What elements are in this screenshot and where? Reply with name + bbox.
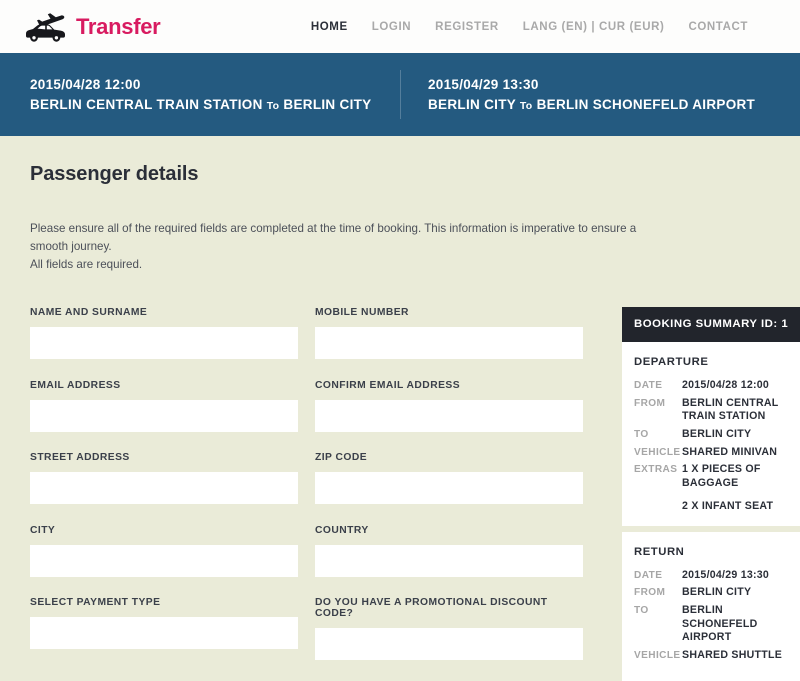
zip-code-input[interactable] [315, 472, 583, 505]
trip-leg-outbound: 2015/04/28 12:00 BERLIN CENTRAL TRAIN ST… [0, 76, 400, 112]
airplane-car-icon [26, 12, 65, 42]
summary-key-date: DATE [634, 379, 663, 391]
email-address-input[interactable] [30, 399, 298, 432]
nav-link-contact[interactable]: CONTACT [688, 21, 748, 33]
passenger-details-form: NAME AND SURNAME MOBILE NUMBER EMAIL ADD… [30, 307, 600, 681]
summary-value-from: BERLIN CENTRAL TRAIN STATION [682, 396, 779, 423]
label-city: CITY [30, 524, 56, 536]
street-address-input[interactable] [30, 472, 298, 505]
nav-link-home[interactable]: HOME [311, 21, 348, 33]
summary-value-extras: 1 X PIECES OF BAGGAGE [682, 463, 761, 489]
trip-banner: 2015/04/28 12:00 BERLIN CENTRAL TRAIN ST… [0, 53, 800, 136]
booking-summary: BOOKING SUMMARY ID: 1 DEPARTURE DATE 201… [622, 307, 800, 681]
label-confirm-email-address: CONFIRM EMAIL ADDRESS [315, 379, 461, 391]
summary-key-from: FROM [634, 397, 666, 409]
summary-section-title-departure: DEPARTURE [634, 355, 709, 368]
page-intro: Please ensure all of the required fields… [20, 198, 640, 274]
transfer-logo-mark [24, 9, 70, 45]
label-email-address: EMAIL ADDRESS [30, 379, 121, 391]
summary-row: FROM BERLIN CENTRAL TRAIN STATION [634, 397, 790, 424]
field-promotional-discount-code: DO YOU HAVE A PROMOTIONAL DISCOUNT CODE? [315, 597, 583, 663]
summary-return-key-from: FROM [634, 587, 666, 599]
summary-key-extras: EXTRAS [634, 464, 678, 476]
city-input[interactable] [30, 544, 298, 577]
booking-summary-header: BOOKING SUMMARY ID: 1 [622, 307, 800, 342]
summary-row: VEHICLE SHARED MINIVAN [634, 446, 790, 460]
return-from: BERLIN CITY [428, 97, 516, 112]
summary-return-value-date: 2015/04/29 13:30 [682, 568, 770, 581]
summary-value-extras-second: 2 X INFANT SEAT [682, 499, 774, 512]
field-confirm-email-address: CONFIRM EMAIL ADDRESS [315, 380, 583, 435]
page-body: Passenger details Please ensure all of t… [0, 136, 800, 681]
logo-text: Transfer [76, 13, 161, 39]
booking-summary-card-departure: BOOKING SUMMARY ID: 1 DEPARTURE DATE 201… [622, 307, 800, 526]
promotional-discount-code-input[interactable] [315, 628, 583, 661]
summary-key-vehicle: VEHICLE [634, 446, 681, 458]
booking-summary-card-return: RETURN DATE 2015/04/29 13:30 FROM BERLIN… [622, 531, 800, 681]
summary-value-to: BERLIN CITY [682, 427, 752, 440]
label-select-payment-type: SELECT PAYMENT TYPE [30, 597, 161, 609]
nav-link-login[interactable]: LOGIN [372, 21, 411, 33]
label-street-address: STREET ADDRESS [30, 452, 130, 464]
page-title: Passenger details [30, 163, 199, 185]
page-intro-line2: All fields are required. [30, 257, 143, 271]
field-city: CITY [30, 525, 298, 580]
outbound-from: BERLIN CENTRAL TRAIN STATION [30, 97, 263, 112]
return-datetime: 2015/04/29 13:30 [428, 76, 539, 92]
field-country: COUNTRY [315, 525, 583, 580]
return-route: BERLIN CITY To BERLIN SCHONEFELD AIRPORT [428, 98, 800, 112]
field-mobile-number: MOBILE NUMBER [315, 307, 583, 362]
summary-section-title-return: RETURN [634, 545, 685, 558]
country-input[interactable] [315, 544, 583, 577]
confirm-email-address-input[interactable] [315, 399, 583, 432]
select-payment-type-dropdown[interactable] [30, 617, 298, 650]
mobile-number-input[interactable] [315, 327, 583, 360]
summary-value-vehicle: SHARED MINIVAN [682, 445, 778, 458]
site-header: Transfer HOME LOGIN REGISTER LANG (EN) |… [0, 0, 800, 53]
summary-row: EXTRAS 1 X PIECES OF BAGGAGE [634, 463, 790, 490]
label-mobile-number: MOBILE NUMBER [315, 307, 409, 319]
booking-summary-return-body: RETURN DATE 2015/04/29 13:30 FROM BERLIN… [622, 531, 800, 681]
main-nav: HOME LOGIN REGISTER LANG (EN) | CUR (EUR… [311, 21, 748, 33]
summary-row: VEHICLE SHARED SHUTTLE [634, 649, 790, 663]
outbound-to-word: To [266, 100, 280, 112]
return-to-word: To [519, 100, 533, 112]
field-email-address: EMAIL ADDRESS [30, 380, 298, 435]
summary-key-to: TO [634, 428, 649, 440]
summary-row: DATE 2015/04/29 13:30 [634, 569, 790, 583]
field-select-payment-type: SELECT PAYMENT TYPE [30, 597, 298, 663]
summary-row: DATE 2015/04/28 12:00 [634, 379, 790, 393]
return-to: BERLIN SCHONEFELD AIRPORT [536, 97, 756, 112]
summary-return-value-vehicle: SHARED SHUTTLE [682, 649, 783, 661]
outbound-to: BERLIN CITY [283, 97, 372, 112]
content-row: NAME AND SURNAME MOBILE NUMBER EMAIL ADD… [20, 285, 800, 681]
summary-return-key-date: DATE [634, 569, 663, 581]
label-name-and-surname: NAME AND SURNAME [30, 307, 148, 319]
label-zip-code: ZIP CODE [315, 452, 368, 464]
summary-value-date: 2015/04/28 12:00 [682, 378, 770, 391]
field-name-and-surname: NAME AND SURNAME [30, 307, 298, 362]
nav-link-register[interactable]: REGISTER [435, 21, 499, 33]
summary-return-value-to: BERLIN SCHONEFELD AIRPORT [682, 604, 758, 644]
summary-return-key-to: TO [634, 605, 649, 617]
page-intro-line1: Please ensure all of the required fields… [30, 221, 637, 253]
nav-link-lang-currency[interactable]: LANG (EN) | CUR (EUR) [523, 21, 665, 33]
trip-leg-return: 2015/04/29 13:30 BERLIN CITY To BERLIN S… [400, 76, 800, 112]
field-street-address: STREET ADDRESS [30, 452, 298, 507]
outbound-route: BERLIN CENTRAL TRAIN STATION To BERLIN C… [30, 98, 400, 112]
summary-row: FROM BERLIN CITY [634, 586, 790, 600]
outbound-datetime: 2015/04/28 12:00 [30, 76, 141, 92]
summary-return-key-vehicle: VEHICLE [634, 650, 681, 661]
summary-return-value-from: BERLIN CITY [682, 586, 752, 599]
trip-banner-divider [400, 70, 401, 119]
field-zip-code: ZIP CODE [315, 452, 583, 507]
booking-summary-departure-body: DEPARTURE DATE 2015/04/28 12:00 FROM BER… [622, 341, 800, 526]
label-country: COUNTRY [315, 524, 369, 536]
summary-row: TO BERLIN SCHONEFELD AIRPORT [634, 604, 790, 645]
name-and-surname-input[interactable] [30, 327, 298, 360]
label-promotional-discount-code: DO YOU HAVE A PROMOTIONAL DISCOUNT CODE? [315, 597, 548, 620]
summary-row: TO BERLIN CITY [634, 428, 790, 442]
site-logo[interactable]: Transfer [24, 9, 161, 45]
